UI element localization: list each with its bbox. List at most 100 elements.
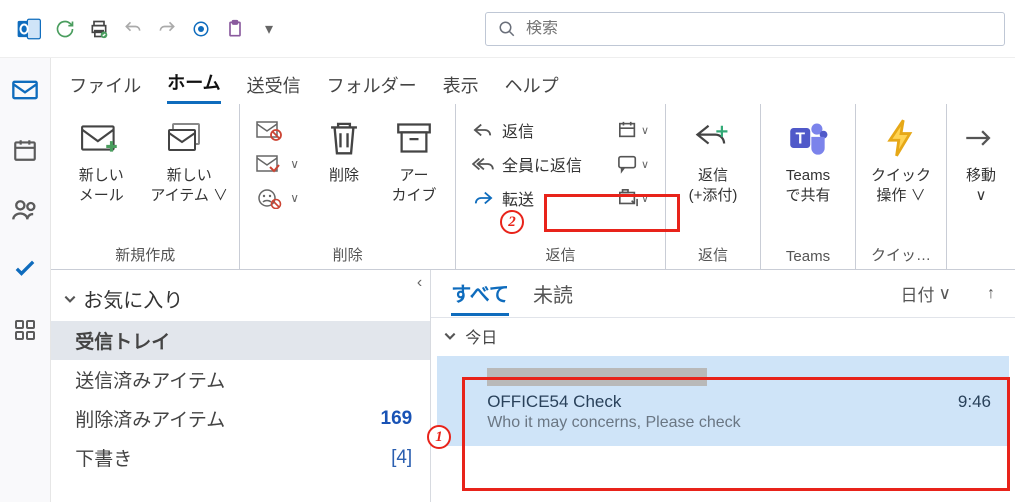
main-area: ファイル ホーム 送受信 フォルダー 表示 ヘルプ 新しい メール 新しい アイ…: [0, 58, 1015, 502]
rail-mail-icon[interactable]: [1, 66, 49, 114]
folder-sent-label: 送信済みアイテム: [75, 366, 225, 393]
forward-button[interactable]: 転送: [466, 182, 603, 214]
tab-file[interactable]: ファイル: [69, 72, 141, 104]
rail-people-icon[interactable]: [1, 186, 49, 234]
tab-sendrecv[interactable]: 送受信: [247, 72, 301, 104]
cleanup-button[interactable]: ∨: [250, 148, 305, 180]
reply-all-button[interactable]: 全員に返信: [466, 148, 603, 180]
favorites-header[interactable]: お気に入り: [51, 270, 430, 321]
new-item-button[interactable]: 新しい アイテム ∨: [145, 110, 233, 209]
chevron-down-icon: ∨: [641, 124, 649, 137]
chevron-down-icon: ∨: [939, 284, 951, 304]
favorites-label: お気に入り: [83, 284, 183, 313]
reply-all-label: 全員に返信: [502, 152, 582, 176]
reply-attach-button[interactable]: 返信 (+添付): [672, 110, 754, 209]
folder-deleted-count: 169: [381, 408, 413, 430]
reply-attach-label: 返信 (+添付): [689, 166, 738, 205]
svg-text:T: T: [795, 131, 805, 148]
im-reply-button[interactable]: ∨: [611, 148, 655, 180]
new-item-label: 新しい アイテム ∨: [150, 166, 228, 205]
content-area: ファイル ホーム 送受信 フォルダー 表示 ヘルプ 新しい メール 新しい アイ…: [51, 58, 1015, 502]
sort-direction-button[interactable]: ↑: [987, 285, 995, 303]
filter-all-tab[interactable]: すべて: [451, 272, 509, 316]
menu-tabs: ファイル ホーム 送受信 フォルダー 表示 ヘルプ: [51, 58, 1015, 104]
rail-apps-icon[interactable]: [1, 306, 49, 354]
chevron-down-icon: ∨: [290, 157, 299, 171]
forward-label: 転送: [502, 186, 534, 210]
chevron-down-icon: ∨: [911, 187, 926, 204]
chevron-down-icon: ∨: [641, 158, 649, 171]
folder-deleted-label: 削除済みアイテム: [75, 405, 225, 432]
title-bar: ▾: [0, 0, 1015, 58]
new-mail-label: 新しい メール: [79, 166, 124, 205]
folder-inbox[interactable]: 受信トレイ: [51, 321, 430, 360]
ignore-button[interactable]: [250, 114, 305, 146]
chevron-down-icon: [63, 292, 77, 306]
delete-button[interactable]: 削除: [309, 110, 379, 190]
filter-unread-tab[interactable]: 未読: [533, 273, 573, 314]
undo-icon[interactable]: [119, 15, 147, 43]
tab-home[interactable]: ホーム: [167, 69, 220, 104]
teams-share-button[interactable]: T Teams で共有: [767, 110, 849, 209]
tab-help[interactable]: ヘルプ: [505, 72, 559, 104]
folder-drafts[interactable]: 下書き [4]: [51, 438, 430, 477]
rail-calendar-icon[interactable]: [1, 126, 49, 174]
move-icon: [964, 114, 998, 162]
folder-drafts-label: 下書き: [75, 444, 132, 471]
delete-label: 削除: [329, 166, 359, 186]
tab-folder[interactable]: フォルダー: [327, 72, 417, 104]
archive-label: アー カイブ: [391, 166, 436, 205]
date-group-today[interactable]: 今日: [431, 318, 1015, 354]
new-mail-icon: [80, 114, 122, 162]
folder-sent[interactable]: 送信済みアイテム: [51, 360, 430, 399]
tab-view[interactable]: 表示: [443, 72, 479, 104]
chevron-down-icon: ∨: [641, 192, 649, 205]
redo-icon[interactable]: [153, 15, 181, 43]
ribbon-group-move: 移動∨: [947, 104, 1015, 269]
search-input[interactable]: [526, 20, 992, 38]
message-pane: すべて 未読 日付∨ ↑ 今日 OFFICE54 Check 9:46 Who …: [431, 270, 1015, 502]
ribbon: 新しい メール 新しい アイテム ∨ 新規作成 ∨ ∨: [51, 104, 1015, 270]
search-box[interactable]: [485, 12, 1005, 46]
more-respond-button[interactable]: ∨: [611, 182, 655, 214]
move-label: 移動∨: [966, 166, 996, 205]
ribbon-group-delete: ∨ ∨ 削除 アー カイブ 削除: [240, 104, 456, 269]
collapse-folder-pane-icon[interactable]: ‹: [417, 274, 422, 292]
quick-steps-label: クイック 操作 ∨: [871, 166, 931, 205]
folder-pane: ‹ お気に入り 受信トレイ 送信済みアイテム 削除済みアイテム 169 下書き [4…: [51, 270, 431, 502]
meeting-reply-button[interactable]: ∨: [611, 114, 655, 146]
folder-deleted[interactable]: 削除済みアイテム 169: [51, 399, 430, 438]
nav-rail: [0, 58, 51, 502]
reply-attach-icon: [693, 114, 733, 162]
reply-button[interactable]: 返信: [466, 114, 603, 146]
ribbon-group-replyattach: 返信 (+添付) 返信: [666, 104, 761, 269]
chevron-down-icon: ∨: [213, 187, 228, 204]
message-subject: OFFICE54 Check: [487, 392, 621, 412]
group-teams-label: Teams: [767, 246, 849, 269]
chevron-down-icon: ∨: [976, 187, 987, 204]
message-item[interactable]: OFFICE54 Check 9:46 Who it may concerns,…: [437, 356, 1009, 446]
move-button[interactable]: 移動∨: [953, 110, 1009, 209]
rail-tasks-icon[interactable]: [1, 246, 49, 294]
new-item-icon: [167, 114, 211, 162]
group-respond-label: 返信: [462, 242, 659, 269]
sync-icon[interactable]: [51, 15, 79, 43]
archive-button[interactable]: アー カイブ: [379, 110, 449, 209]
customize-qat-icon[interactable]: ▾: [255, 15, 283, 43]
folder-inbox-label: 受信トレイ: [75, 327, 170, 354]
new-mail-button[interactable]: 新しい メール: [57, 110, 145, 209]
print-icon[interactable]: [85, 15, 113, 43]
archive-icon: [396, 114, 432, 162]
group-quick-label: クイッ…: [862, 242, 940, 269]
teams-icon: T: [788, 114, 828, 162]
folder-drafts-count: [4]: [391, 447, 412, 469]
reply-label: 返信: [502, 118, 534, 142]
record-icon[interactable]: [187, 15, 215, 43]
junk-button[interactable]: ∨: [250, 182, 305, 214]
trash-icon: [326, 114, 362, 162]
ribbon-group-respond: 返信 全員に返信 転送 ∨ ∨ ∨ 返信: [456, 104, 666, 269]
sender-redacted: [487, 368, 707, 386]
quick-steps-button[interactable]: クイック 操作 ∨: [862, 110, 940, 209]
clipboard-icon[interactable]: [221, 15, 249, 43]
sort-menu[interactable]: 日付∨: [901, 281, 951, 306]
